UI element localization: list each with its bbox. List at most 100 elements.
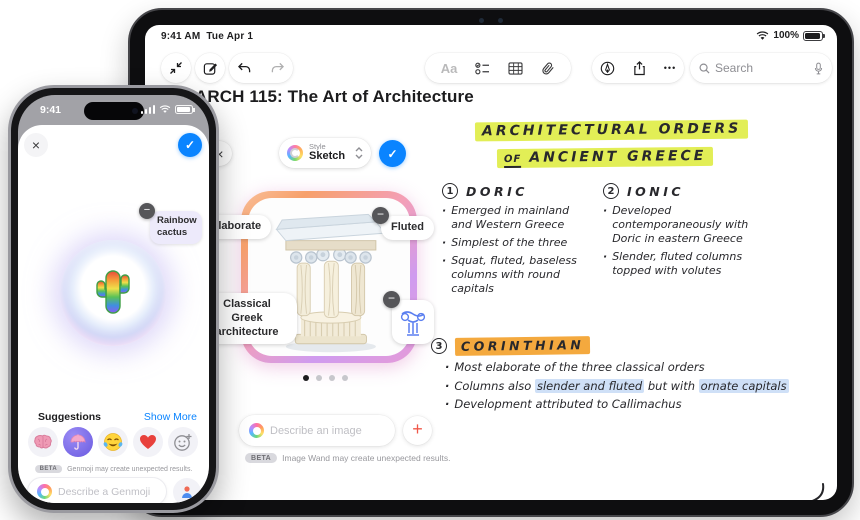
undo-button[interactable] bbox=[237, 62, 252, 75]
iphone-status-bar: 9:41 bbox=[18, 95, 209, 125]
checkmark-icon: ✓ bbox=[184, 138, 196, 152]
corinthian-bullet: Most elaborate of the three classical or… bbox=[445, 360, 799, 375]
corinthian-number: 3 bbox=[431, 338, 447, 354]
checklist-button[interactable] bbox=[475, 62, 490, 75]
actions-group: ••• bbox=[592, 53, 684, 83]
brain-icon bbox=[34, 434, 52, 449]
person-genmoji-button[interactable] bbox=[173, 478, 201, 503]
ionic-number: 2 bbox=[603, 183, 619, 199]
suggestions-label: Suggestions bbox=[38, 411, 102, 423]
umbrella-icon bbox=[70, 434, 86, 450]
genmoji-accept-button[interactable]: ✓ bbox=[178, 133, 202, 157]
search-field[interactable] bbox=[690, 53, 832, 83]
attachment-button[interactable] bbox=[541, 61, 555, 76]
tag-rainbow-cactus[interactable]: Rainbow cactus bbox=[150, 211, 202, 244]
doric-bullet: Simplest of the three bbox=[442, 236, 584, 250]
heart-icon bbox=[140, 435, 156, 449]
tag-sketch-thumbnail[interactable] bbox=[392, 300, 434, 344]
laughing-emoji-button[interactable] bbox=[98, 427, 128, 457]
markup-button[interactable] bbox=[600, 61, 615, 76]
tag-fluted[interactable]: Fluted bbox=[381, 216, 434, 240]
redo-button[interactable] bbox=[270, 62, 285, 75]
ipad-status-bar: 9:41 AM Tue Apr 1 100% bbox=[145, 25, 837, 47]
iphone-genmoji-app: 9:41 × ✓ − Rainbow cactus Suggestions Sh… bbox=[18, 95, 209, 503]
battery-icon bbox=[803, 30, 825, 41]
genmoji-input[interactable] bbox=[27, 477, 167, 503]
remove-cactus-tag-button[interactable]: − bbox=[139, 203, 155, 219]
wifi-icon bbox=[757, 30, 769, 40]
chevron-up-down-icon bbox=[355, 147, 363, 159]
handwriting-heading-1: ARCHITECTURAL ORDERS bbox=[474, 119, 749, 142]
ipad-notes-app: 9:41 AM Tue Apr 1 100% Aa ••• Search ARC… bbox=[145, 25, 837, 500]
search-icon bbox=[699, 63, 710, 74]
iphone-device: 9:41 × ✓ − Rainbow cactus Suggestions Sh… bbox=[8, 85, 219, 513]
image-wand-accept-button[interactable]: ✓ bbox=[379, 140, 406, 167]
doric-number: 1 bbox=[442, 183, 458, 199]
genmoji-beta-note: BETA Genmoji may create unexpected resul… bbox=[34, 465, 192, 473]
note-title: ARCH 115: The Art of Architecture bbox=[195, 87, 474, 106]
section-doric: 1 DORIC Emerged in mainland and Western … bbox=[442, 183, 584, 300]
close-icon: × bbox=[31, 137, 41, 153]
beta-badge: BETA bbox=[34, 465, 63, 473]
remove-fluted-button[interactable]: − bbox=[372, 207, 389, 224]
heart-emoji-button[interactable] bbox=[133, 427, 163, 457]
ionic-bullet: Developed contemporaneously with Doric i… bbox=[603, 204, 771, 246]
ipad-status-datetime: 9:41 AM Tue Apr 1 bbox=[161, 31, 254, 42]
describe-genmoji-input[interactable] bbox=[58, 485, 157, 498]
add-description-button[interactable]: + bbox=[403, 416, 432, 445]
formatting-group: Aa bbox=[425, 53, 571, 83]
style-value: Sketch bbox=[309, 150, 346, 163]
doric-title: DORIC bbox=[466, 183, 528, 199]
corinthian-bullet: Development attributed to Callimachus bbox=[445, 397, 799, 412]
person-icon bbox=[182, 486, 192, 498]
search-input[interactable] bbox=[715, 61, 809, 75]
corinthian-title: CORINTHIAN bbox=[454, 336, 591, 356]
dynamic-island bbox=[83, 102, 144, 120]
page-control[interactable] bbox=[303, 375, 348, 381]
beta-badge: BETA bbox=[245, 453, 278, 463]
battery-icon bbox=[175, 105, 195, 114]
beta-text: Image Wand may create unexpected results… bbox=[282, 453, 451, 463]
collapse-icon bbox=[170, 62, 182, 74]
section-corinthian: 3 CORINTHIAN Most elaborate of the three… bbox=[431, 336, 799, 416]
doric-bullet: Squat, fluted, baseless columns with rou… bbox=[442, 254, 584, 296]
handwriting-heading-2: OF ANCIENT GREECE bbox=[496, 146, 714, 169]
image-wand-input[interactable] bbox=[239, 415, 395, 446]
ipad-front-camera bbox=[474, 17, 508, 23]
wifi-icon bbox=[159, 105, 171, 113]
battery-percent: 100% bbox=[773, 30, 799, 41]
text-style-button[interactable]: Aa bbox=[441, 61, 458, 76]
compose-button[interactable] bbox=[195, 53, 225, 83]
undo-redo-group bbox=[229, 53, 293, 83]
add-emoji-icon bbox=[174, 434, 192, 451]
collapse-button[interactable] bbox=[161, 53, 191, 83]
apple-intelligence-icon bbox=[37, 484, 52, 499]
umbrella-emoji-button[interactable] bbox=[63, 427, 93, 457]
genmoji-preview-bubble bbox=[60, 240, 166, 346]
genmoji-sheet: × ✓ − Rainbow cactus Suggestions Show Mo… bbox=[18, 125, 209, 503]
compose-icon bbox=[203, 62, 217, 75]
style-sketch-icon bbox=[287, 145, 303, 161]
marketing-composite: 9:41 AM Tue Apr 1 100% Aa ••• Search ARC… bbox=[0, 0, 860, 520]
iphone-time: 9:41 bbox=[40, 104, 62, 116]
suggestion-row bbox=[28, 427, 198, 457]
table-button[interactable] bbox=[508, 61, 523, 75]
remove-sketch-button[interactable]: − bbox=[383, 291, 400, 308]
ionic-bullet: Slender, fluted columns topped with volu… bbox=[603, 250, 771, 278]
doric-bullet: Emerged in mainland and Western Greece bbox=[442, 204, 584, 232]
show-more-link[interactable]: Show More bbox=[144, 411, 197, 423]
image-wand-beta-note: BETA Image Wand may create unexpected re… bbox=[245, 453, 451, 463]
apple-intelligence-icon bbox=[249, 423, 264, 438]
cellular-icon bbox=[140, 105, 155, 114]
describe-image-input[interactable] bbox=[270, 424, 385, 437]
dictation-mic-icon[interactable] bbox=[814, 62, 823, 75]
checkmark-icon: ✓ bbox=[387, 146, 398, 161]
section-ionic: 2 IONIC Developed contemporaneously with… bbox=[603, 183, 771, 282]
share-button[interactable] bbox=[633, 60, 646, 76]
column-sketch-icon bbox=[400, 311, 426, 336]
genmoji-close-button[interactable]: × bbox=[24, 133, 48, 157]
brain-emoji-button[interactable] bbox=[28, 427, 58, 457]
more-button[interactable]: ••• bbox=[664, 63, 676, 73]
style-picker[interactable]: Style Sketch bbox=[279, 138, 371, 168]
add-emoji-button[interactable] bbox=[168, 427, 198, 457]
